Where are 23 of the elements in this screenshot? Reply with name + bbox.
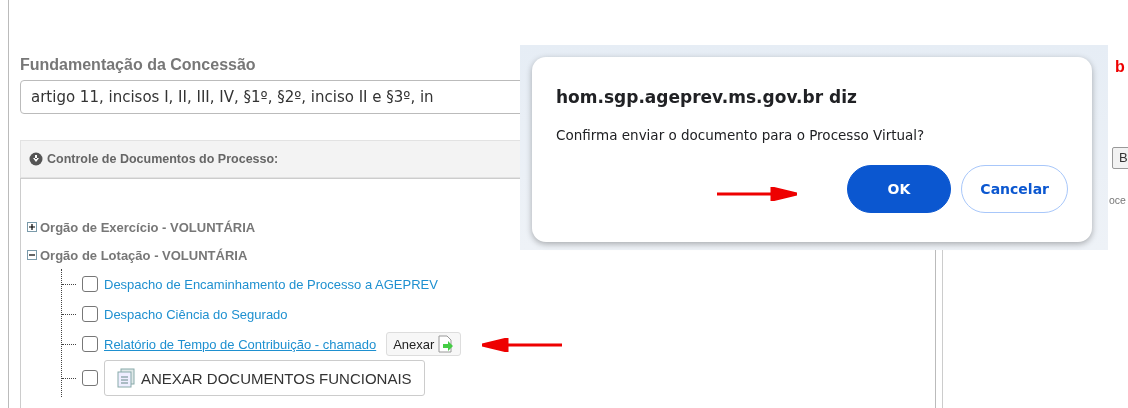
panel-title: Controle de Documentos do Processo:: [47, 152, 279, 166]
partial-text: oce: [1109, 194, 1126, 206]
dialog-message: Confirma enviar o documento para o Processo Virtual?: [556, 127, 926, 143]
field-label: Fundamentação da Concessão: [20, 56, 257, 74]
cancel-button[interactable]: Cancelar: [961, 165, 1068, 213]
document-link[interactable]: Despacho Ciência do Segurado: [104, 306, 288, 322]
checkbox[interactable]: [82, 276, 98, 292]
document-arrow-icon: [438, 335, 455, 353]
attach-documents-button[interactable]: ANEXAR DOCUMENTOS FUNCIONAIS: [104, 360, 425, 396]
ok-button[interactable]: OK: [846, 165, 952, 213]
warning-text: b: [1115, 58, 1125, 76]
checkbox[interactable]: [82, 370, 98, 386]
plus-icon[interactable]: [27, 222, 37, 232]
attach-button[interactable]: Anexar: [386, 332, 462, 356]
document-link[interactable]: Despacho de Encaminhamento de Processo a AGEPREV: [104, 276, 438, 292]
documents-icon: [117, 368, 135, 388]
document-link[interactable]: Relatório de Tempo de Contribuição - chamado: [104, 336, 377, 352]
checkbox[interactable]: [82, 336, 98, 352]
tree-node[interactable]: Orgão de Exercício - VOLUNTÁRIA: [40, 219, 256, 235]
partial-button[interactable]: B: [1112, 147, 1128, 169]
tree-node[interactable]: Orgão de Lotação - VOLUNTÁRIA: [40, 247, 248, 263]
checkbox[interactable]: [82, 306, 98, 322]
minus-icon[interactable]: [27, 250, 37, 260]
